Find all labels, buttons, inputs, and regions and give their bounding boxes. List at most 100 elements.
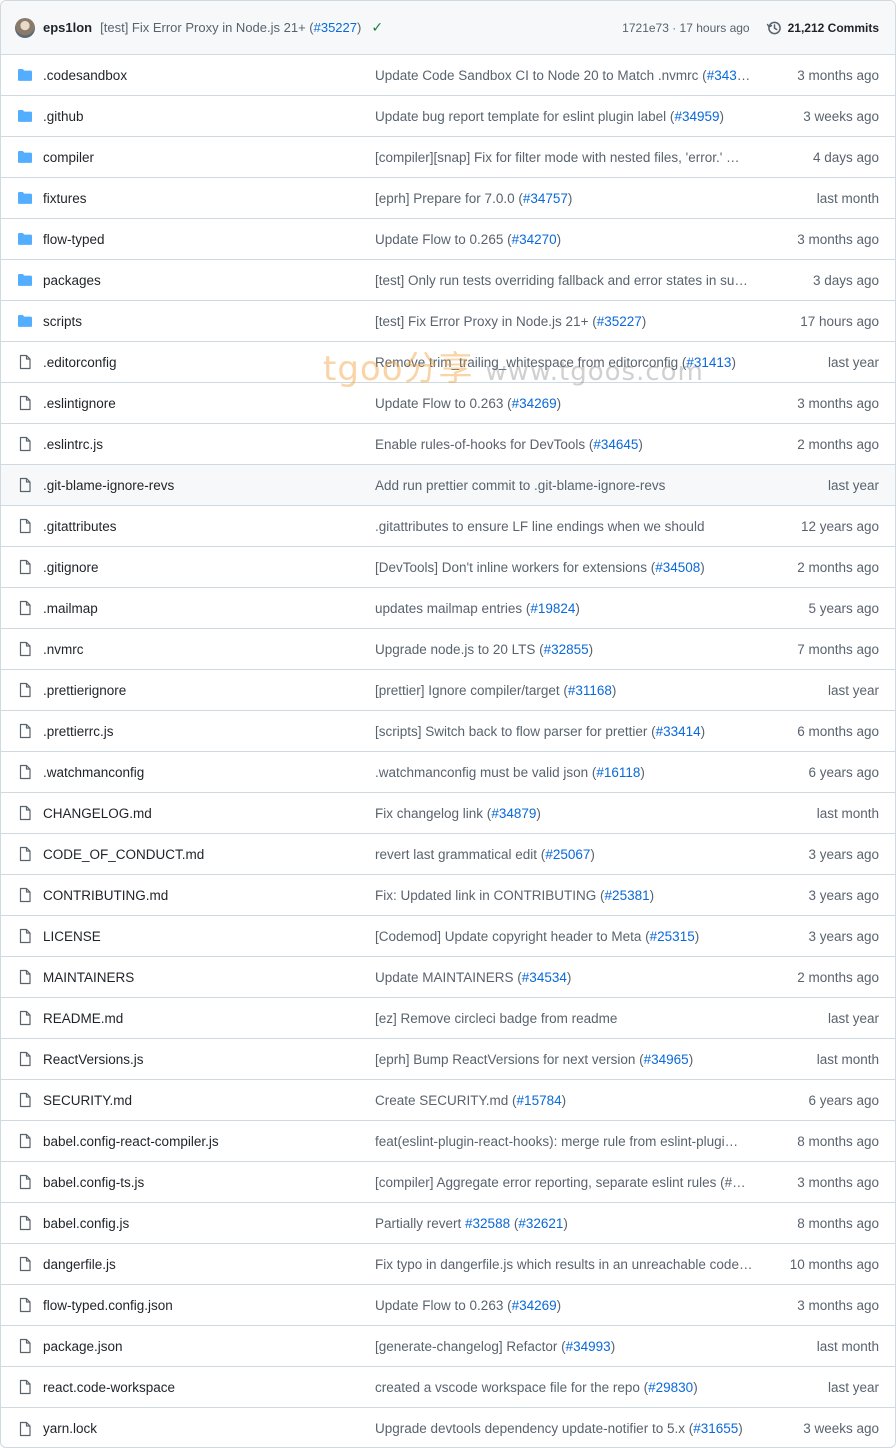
pr-link[interactable]: #19824 [530,601,575,616]
file-name-link[interactable]: .prettierrc.js [43,724,375,739]
pr-link[interactable]: #16118 [596,765,640,780]
avatar[interactable] [15,17,35,38]
folder-name-link[interactable]: scripts [43,314,375,329]
file-row[interactable]: yarn.lock Upgrade devtools dependency upd… [1,1408,895,1447]
file-row[interactable]: MAINTAINERS Update MAINTAINERS (#34534) 2 … [1,957,895,998]
file-name-link[interactable]: .git-blame-ignore-revs [43,478,375,493]
commit-message-link[interactable]: [test] Only run tests overriding fallbac… [375,273,761,288]
file-row[interactable]: .mailmap updates mailmap entries (#19824)… [1,588,895,629]
pr-link[interactable]: #25067 [545,847,590,862]
file-name-link[interactable]: babel.config-react-compiler.js [43,1134,375,1149]
pr-link[interactable]: #34269 [512,396,557,411]
commit-message-link[interactable]: [ez] Remove circleci badge from readme [375,1011,761,1026]
pr-link[interactable]: #32621 [518,1216,563,1231]
commit-message-link[interactable]: [compiler] Aggregate error reporting, se… [375,1175,761,1190]
file-row[interactable]: .prettierignore [prettier] Ignore compile… [1,670,895,711]
commit-message-link[interactable]: [test] Fix Error Proxy in Node.js 21+ (#… [375,314,761,329]
file-name-link[interactable]: flow-typed.config.json [43,1298,375,1313]
file-name-link[interactable]: README.md [43,1011,375,1026]
file-row[interactable]: SECURITY.md Create SECURITY.md (#15784) 6 … [1,1080,895,1121]
commit-message-link[interactable]: created a vscode workspace file for the … [375,1380,761,1395]
pr-link[interactable]: #34993 [566,1339,611,1354]
file-name-link[interactable]: babel.config-ts.js [43,1175,375,1190]
commit-message-link[interactable]: [Codemod] Update copyright header to Met… [375,929,761,944]
commit-message-link[interactable]: Update bug report template for eslint pl… [375,109,761,124]
pr-link[interactable]: #32855 [544,642,589,657]
check-icon[interactable]: ✓ [371,19,383,36]
file-name-link[interactable]: CODE_OF_CONDUCT.md [43,847,375,862]
commit-message-link[interactable]: [compiler][snap] Fix for filter mode wit… [375,150,761,165]
file-name-link[interactable]: babel.config.js [43,1216,375,1231]
file-row[interactable]: packages [test] Only run tests overriding… [1,260,895,301]
pr-link[interactable]: #25315 [650,929,695,944]
commit-message-link[interactable]: [DevTools] Don't inline workers for exte… [375,560,761,575]
commit-message-link[interactable]: Fix typo in dangerfile.js which results … [375,1257,761,1272]
pr-link[interactable]: #34645 [593,437,638,452]
pr-link[interactable]: #34959 [674,109,719,124]
pr-link[interactable]: #34757 [523,191,568,206]
commit-message-link[interactable]: Partially revert #32588 (#32621) [375,1216,761,1231]
file-name-link[interactable]: CHANGELOG.md [43,806,375,821]
file-row[interactable]: CONTRIBUTING.md Fix: Updated link in CONT… [1,875,895,916]
commits-link[interactable]: 21,212 Commits [766,20,879,36]
pr-link[interactable]: #34508 [655,560,700,575]
pr-link[interactable]: #31655 [693,1421,738,1436]
file-name-link[interactable]: LICENSE [43,929,375,944]
pr-link[interactable]: #34965 [644,1052,689,1067]
pr-link[interactable]: #25381 [605,888,650,903]
pr-link[interactable]: #15784 [517,1093,562,1108]
file-name-link[interactable]: .eslintrc.js [43,437,375,452]
commit-message-link[interactable]: [eprh] Bump ReactVersions for next versi… [375,1052,761,1067]
file-name-link[interactable]: .watchmanconfig [43,765,375,780]
file-name-link[interactable]: SECURITY.md [43,1093,375,1108]
file-name-link[interactable]: dangerfile.js [43,1257,375,1272]
pr-link[interactable]: #31413 [686,355,731,370]
file-name-link[interactable]: .eslintignore [43,396,375,411]
file-row[interactable]: dangerfile.js Fix typo in dangerfile.js w… [1,1244,895,1285]
commit-message-link[interactable]: updates mailmap entries (#19824) [375,601,761,616]
commit-message-link[interactable]: Enable rules-of-hooks for DevTools (#346… [375,437,761,452]
file-row[interactable]: .eslintignore Update Flow to 0.263 (#3426… [1,383,895,424]
file-name-link[interactable]: CONTRIBUTING.md [43,888,375,903]
commit-message-link[interactable]: [prettier] Ignore compiler/target (#3116… [375,683,761,698]
commit-message-link[interactable]: Remove trim_trailing_whitespace from edi… [375,355,761,370]
file-row[interactable]: fixtures [eprh] Prepare for 7.0.0 (#34757… [1,178,895,219]
pr-link[interactable]: #34269 [512,1298,557,1313]
file-name-link[interactable]: package.json [43,1339,375,1354]
pr-link[interactable]: #33414 [656,724,701,739]
folder-name-link[interactable]: compiler [43,150,375,165]
commit-message-link[interactable]: Upgrade devtools dependency update-notif… [375,1421,761,1436]
file-name-link[interactable]: .gitignore [43,560,375,575]
folder-name-link[interactable]: flow-typed [43,232,375,247]
commit-message-link[interactable]: Update Flow to 0.263 (#34269) [375,1298,761,1313]
file-row[interactable]: CHANGELOG.md Fix changelog link (#34879) l… [1,793,895,834]
pr-link[interactable]: #32588 [465,1216,510,1231]
file-row[interactable]: package.json [generate-changelog] Refacto… [1,1326,895,1367]
commit-sha-time[interactable]: 1721e73 · 17 hours ago [622,21,749,35]
folder-name-link[interactable]: fixtures [43,191,375,206]
folder-name-link[interactable]: packages [43,273,375,288]
commit-message-link[interactable]: .watchmanconfig must be valid json (#161… [375,765,761,780]
file-row[interactable]: .gitattributes .gitattributes to ensure L… [1,506,895,547]
file-row[interactable]: flow-typed Update Flow to 0.265 (#34270) 3… [1,219,895,260]
commit-author[interactable]: eps1lon [43,20,92,35]
pr-link[interactable]: #29830 [648,1380,693,1395]
file-row[interactable]: babel.config-react-compiler.js feat(eslin… [1,1121,895,1162]
commit-message-link[interactable]: Update Code Sandbox CI to Node 20 to Mat… [375,68,761,83]
file-row[interactable]: .gitignore [DevTools] Don't inline worker… [1,547,895,588]
pr-link[interactable]: #34879 [491,806,536,821]
file-row[interactable]: CODE_OF_CONDUCT.md revert last grammatica… [1,834,895,875]
commit-message-link[interactable]: Upgrade node.js to 20 LTS (#32855) [375,642,761,657]
file-name-link[interactable]: .mailmap [43,601,375,616]
commit-message-link[interactable]: Update MAINTAINERS (#34534) [375,970,761,985]
file-row[interactable]: react.code-workspace created a vscode wor… [1,1367,895,1408]
pr-link[interactable]: #343 [707,68,737,83]
folder-name-link[interactable]: .github [43,109,375,124]
file-name-link[interactable]: .editorconfig [43,355,375,370]
commit-message-link[interactable]: Fix changelog link (#34879) [375,806,761,821]
commit-message-link[interactable]: .gitattributes to ensure LF line endings… [375,519,761,534]
file-row[interactable]: .codesandbox Update Code Sandbox CI to No… [1,55,895,96]
file-name-link[interactable]: .prettierignore [43,683,375,698]
file-row[interactable]: .editorconfig Remove trim_trailing_whites… [1,342,895,383]
commit-message-link[interactable]: [generate-changelog] Refactor (#34993) [375,1339,761,1354]
